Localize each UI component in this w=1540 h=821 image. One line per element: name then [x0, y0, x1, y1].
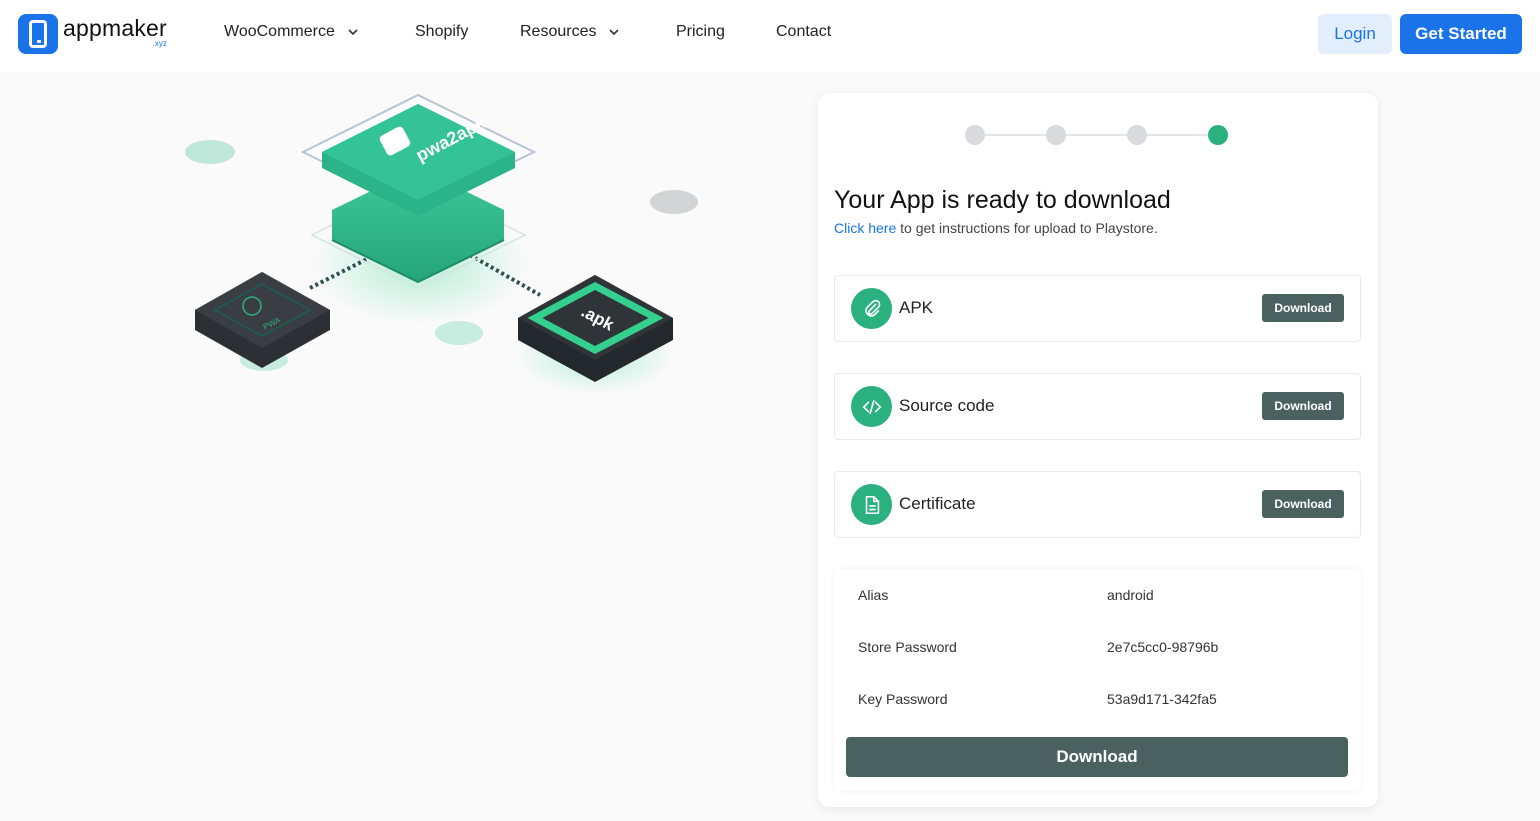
- chevron-down-icon: [348, 29, 358, 36]
- alias-label: Alias: [858, 587, 889, 603]
- instructions-link[interactable]: Click here: [834, 220, 896, 236]
- nav-shopify[interactable]: Shopify: [415, 23, 468, 41]
- store-password-label: Store Password: [858, 639, 957, 655]
- nav-resources[interactable]: Resources: [520, 23, 620, 41]
- phone-logo-icon: [18, 14, 58, 54]
- step-2-dot: [1046, 125, 1066, 145]
- nav-label: Contact: [776, 23, 832, 40]
- nav-label: Shopify: [415, 23, 469, 40]
- nav-pricing[interactable]: Pricing: [676, 23, 725, 41]
- file-label: Certificate: [899, 494, 976, 513]
- nav-label: Resources: [520, 23, 597, 40]
- nav-contact[interactable]: Contact: [776, 23, 831, 41]
- site-header: appmaker .xyz WooCommerce Shopify Resour…: [0, 0, 1540, 72]
- download-all-button[interactable]: Download: [846, 737, 1348, 777]
- certificate-details: Alias android Store Password 2e7c5cc0-98…: [834, 569, 1361, 791]
- file-label: APK: [899, 298, 934, 317]
- card-title: Your App is ready to download: [834, 186, 1171, 214]
- key-password-label: Key Password: [858, 691, 948, 707]
- download-source-code-button[interactable]: Download: [1262, 392, 1344, 420]
- file-row-source-code: Source code Download: [834, 373, 1361, 440]
- store-password-value: 2e7c5cc0-98796b: [1107, 639, 1219, 655]
- nav-label: Pricing: [676, 23, 725, 40]
- download-card: Your App is ready to download Click here…: [818, 93, 1378, 807]
- file-label: Source code: [899, 396, 995, 415]
- nav-label: WooCommerce: [224, 23, 335, 40]
- key-password-value: 53a9d171-342fa5: [1107, 691, 1217, 707]
- document-icon: [851, 484, 892, 525]
- pwa-to-apk-illustration: pwa2apk PWA .apk: [170, 90, 730, 410]
- file-row-certificate: Certificate Download: [834, 471, 1361, 538]
- brand-name: appmaker: [63, 15, 167, 41]
- nav-woocommerce[interactable]: WooCommerce: [224, 23, 359, 41]
- download-certificate-button[interactable]: Download: [1262, 490, 1344, 518]
- alias-value: android: [1107, 587, 1154, 603]
- file-row-apk: APK Download: [834, 275, 1361, 342]
- step-4-dot: [1208, 125, 1228, 145]
- progress-steps: [965, 125, 1235, 145]
- brand-logo[interactable]: appmaker .xyz: [18, 14, 167, 54]
- subtitle-text: to get instructions for upload to Playst…: [896, 220, 1158, 236]
- brand-suffix: .xyz: [152, 39, 167, 48]
- code-icon: [851, 386, 892, 427]
- login-button[interactable]: Login: [1318, 14, 1392, 54]
- download-apk-button[interactable]: Download: [1262, 294, 1344, 322]
- paperclip-icon: [851, 288, 892, 329]
- card-subtitle: Click here to get instructions for uploa…: [834, 220, 1158, 236]
- get-started-button[interactable]: Get Started: [1400, 14, 1522, 54]
- chevron-down-icon: [609, 29, 620, 36]
- step-3-dot: [1127, 125, 1147, 145]
- step-1-dot: [965, 125, 985, 145]
